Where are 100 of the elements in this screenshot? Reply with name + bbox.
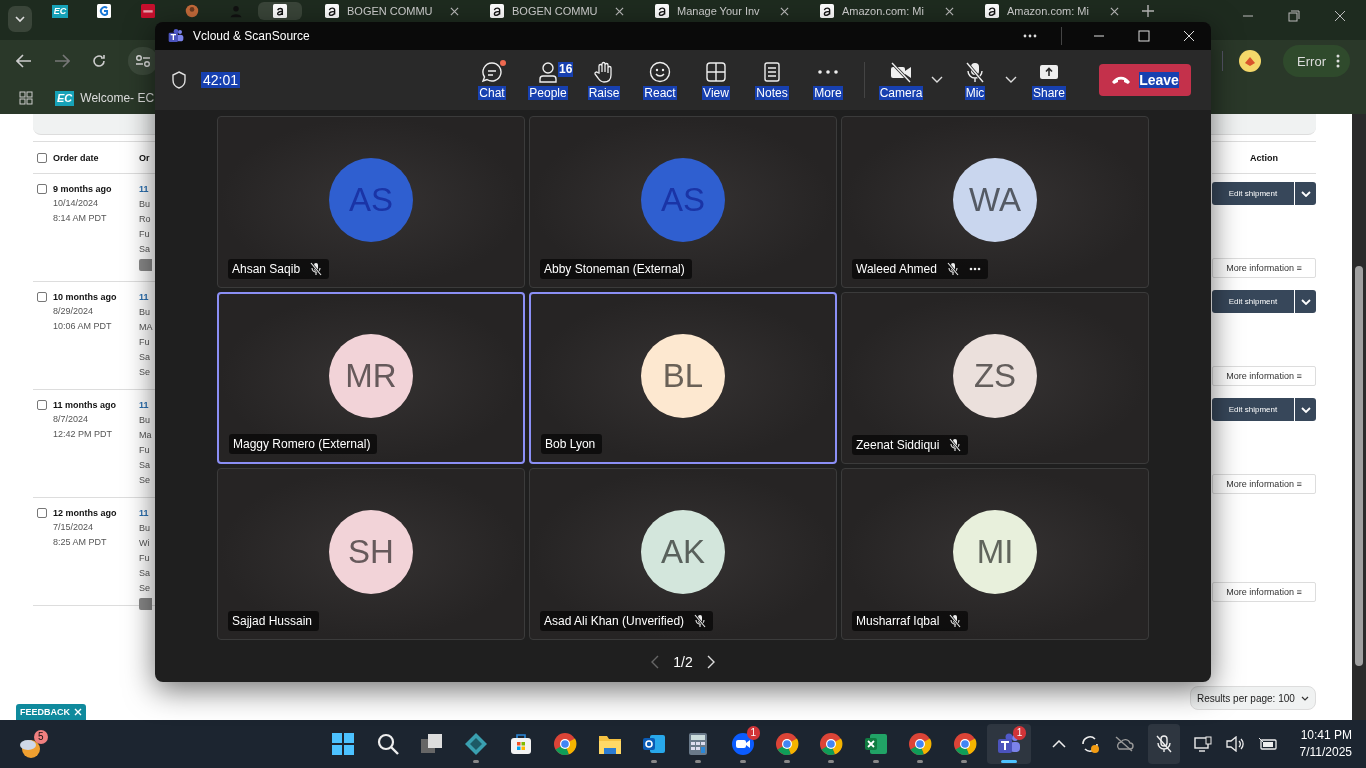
close-icon[interactable] — [945, 6, 954, 16]
checkbox[interactable] — [37, 508, 47, 518]
chevron-up-icon[interactable] — [1051, 740, 1066, 748]
table-cell-text: Se — [139, 366, 151, 379]
order-age: 9 months ago — [53, 183, 113, 196]
close-icon[interactable] — [1334, 10, 1346, 22]
dropdown-button[interactable] — [1294, 290, 1316, 313]
edit-shipment-button[interactable]: Edit shipment — [1212, 398, 1294, 421]
close-icon[interactable] — [1110, 6, 1119, 16]
browser-tab[interactable]: Manage Your Inv — [647, 2, 797, 20]
clock-button[interactable]: 10:41 PM 7/11/2025 — [1299, 727, 1352, 761]
people-button[interactable]: 16 People — [520, 60, 576, 100]
order-time: 8:25 AM PDT — [53, 536, 108, 549]
site-icon — [490, 4, 504, 18]
more-information-button[interactable]: More information ≡ — [1212, 582, 1316, 602]
more-options-icon[interactable] — [1023, 34, 1037, 38]
close-icon[interactable] — [450, 6, 459, 16]
react-button[interactable]: React — [632, 60, 688, 100]
checkbox[interactable] — [37, 292, 47, 302]
plus-icon[interactable] — [1141, 4, 1155, 18]
participant-name: Bob Lyon — [545, 437, 596, 451]
shield-icon — [171, 71, 187, 89]
column-header: Or — [139, 152, 150, 163]
more-information-button[interactable]: More information ≡ — [1212, 366, 1316, 386]
bookmark-link[interactable]: EC Welcome- EC — [55, 90, 155, 106]
forward-icon[interactable] — [54, 54, 70, 68]
more-information-button[interactable]: More information ≡ — [1212, 474, 1316, 494]
weather-widget[interactable]: 5 — [20, 730, 50, 758]
pinned-tab[interactable] — [258, 2, 302, 20]
order-age: 12 months ago — [53, 507, 118, 520]
browser-tab[interactable]: BOGEN COMMU — [482, 2, 632, 20]
hand-icon — [593, 60, 615, 83]
more-button[interactable]: More — [800, 60, 856, 100]
more-icon — [817, 68, 839, 75]
view-button[interactable]: View — [688, 60, 744, 100]
site-info-button[interactable] — [128, 47, 158, 75]
checkbox[interactable] — [37, 152, 47, 163]
profile-error-button[interactable]: Error — [1283, 45, 1350, 77]
sync-icon[interactable] — [1079, 734, 1100, 754]
order-date: 10/14/2024 — [53, 197, 100, 210]
battery-charging-icon[interactable] — [1257, 737, 1278, 751]
more-options-icon[interactable] — [968, 267, 981, 271]
chrome-icon — [553, 732, 578, 756]
chevron-down-icon[interactable] — [1005, 76, 1017, 84]
dropdown-button[interactable] — [1294, 182, 1316, 205]
microphone-muted-button[interactable] — [1147, 724, 1180, 764]
participant-name: Musharraf Iqbal — [856, 614, 940, 628]
browser-tab[interactable]: Amazon.com: Mi — [812, 2, 962, 20]
avatar-circle: WA — [953, 158, 1037, 242]
chevron-down-icon[interactable] — [931, 76, 943, 84]
tab-list-button[interactable] — [8, 6, 32, 32]
close-icon[interactable] — [780, 6, 789, 16]
mic-button[interactable]: Mic — [947, 60, 1003, 100]
results-per-page-select[interactable]: Results per page: 100 — [1190, 686, 1316, 710]
taskbar-app-button[interactable]: 1 — [986, 724, 1032, 764]
participant-count: 16 — [558, 61, 574, 77]
network-icon[interactable] — [1193, 736, 1212, 752]
scrollbar[interactable] — [1352, 114, 1366, 720]
cloud-off-icon[interactable] — [1113, 736, 1134, 752]
apps-grid-icon[interactable] — [19, 91, 33, 105]
close-icon[interactable] — [615, 6, 624, 16]
avatar-circle: BL — [641, 334, 725, 418]
edit-shipment-button[interactable]: Edit shipment — [1212, 182, 1294, 205]
person-icon — [537, 60, 559, 83]
chat-button[interactable]: Chat — [464, 60, 520, 100]
chevron-right-icon[interactable] — [706, 655, 715, 669]
chevron-left-icon[interactable] — [651, 655, 660, 669]
participant-name: Asad Ali Khan (Unverified) — [544, 614, 685, 628]
participant-name: Waleed Ahmed — [856, 262, 937, 276]
chevron-down-icon — [1300, 190, 1311, 197]
table-cell-text: Fu — [139, 552, 151, 565]
order-age: 11 months ago — [53, 399, 117, 412]
close-icon[interactable] — [1183, 30, 1195, 42]
table-cell-text: MA — [139, 321, 153, 334]
leave-button[interactable]: Leave — [1099, 64, 1191, 96]
raise-button[interactable]: Raise — [576, 60, 632, 100]
maximize-icon[interactable] — [1138, 30, 1150, 42]
browser-tab[interactable]: BOGEN COMMU — [317, 2, 467, 20]
notes-button[interactable]: Notes — [744, 60, 800, 100]
close-icon — [74, 708, 82, 716]
checkbox[interactable] — [37, 184, 47, 194]
scrollbar-thumb[interactable] — [1355, 266, 1363, 666]
restore-icon[interactable] — [1288, 10, 1300, 22]
outlook-icon — [641, 732, 666, 756]
speaker-icon[interactable] — [1225, 736, 1244, 752]
reload-icon[interactable] — [92, 54, 106, 68]
table-cell-text: Bu — [139, 522, 151, 535]
feedback-tab[interactable]: FEEDBACK — [16, 704, 86, 720]
mic-off-icon — [964, 60, 986, 83]
camera-button[interactable]: Camera — [873, 60, 929, 100]
checkbox[interactable] — [37, 400, 47, 410]
dropdown-button[interactable] — [1294, 398, 1316, 421]
edit-shipment-button[interactable]: Edit shipment — [1212, 290, 1294, 313]
share-button[interactable]: Share — [1021, 60, 1077, 100]
back-icon[interactable] — [16, 54, 32, 68]
profile-avatar-icon[interactable] — [1239, 50, 1262, 72]
more-information-button[interactable]: More information ≡ — [1212, 258, 1316, 278]
browser-tab[interactable]: Amazon.com: Mi — [977, 2, 1127, 20]
meeting-timer: 42:01 — [201, 72, 241, 88]
taskbar-app-button[interactable]: 1 — [720, 724, 765, 764]
